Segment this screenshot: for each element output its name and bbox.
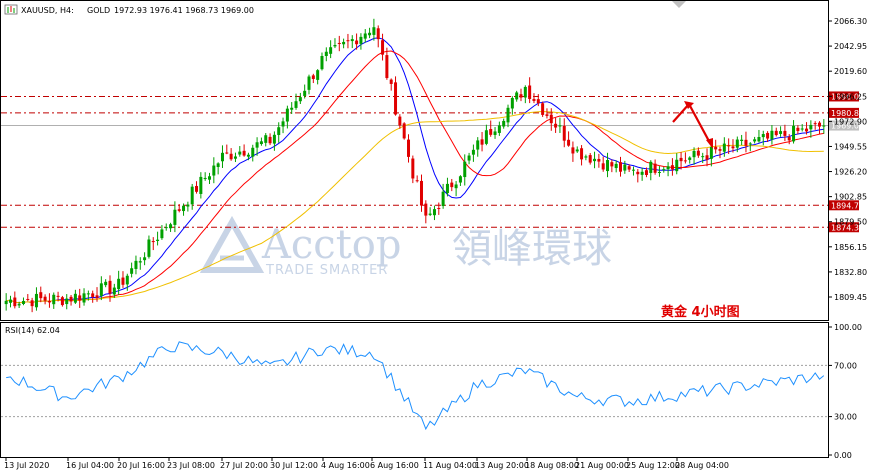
time-tick-label: 25 Aug 12:00 xyxy=(626,461,680,470)
time-tick-label: 27 Jul 20:00 xyxy=(220,461,268,470)
watermark-chinese: 領峰環球 xyxy=(452,226,612,272)
header-symbol: XAUUSD, H4: xyxy=(21,6,74,15)
annotation-text: 黄金 4小时图 xyxy=(661,304,740,320)
watermark-tagline: TRADE SMARTER xyxy=(265,263,388,278)
price-tick-label: 1832.80 xyxy=(834,268,867,277)
rsi-tick-label: 0.00 xyxy=(834,451,852,460)
time-tick-label: 6 Aug 16:00 xyxy=(370,461,419,470)
time-tick-label: 18 Aug 08:00 xyxy=(525,461,579,470)
rsi-tick-label: 30.00 xyxy=(834,413,857,422)
watermark-brand: Acctop xyxy=(261,222,401,268)
candle xyxy=(541,101,545,117)
time-tick-label: 23 Jul 08:00 xyxy=(167,461,215,470)
rsi-tick-label: 70.00 xyxy=(834,361,857,370)
level-price-tag: 1894.79 xyxy=(829,200,864,211)
price-tick-label: 1972.90 xyxy=(834,117,867,126)
rsi-tick-label: 100.00 xyxy=(834,323,862,332)
symbol-icon xyxy=(4,4,18,15)
level-price-tag: 1980.80 xyxy=(829,107,864,118)
price-tick-label: 1996.25 xyxy=(834,92,867,101)
price-tick-label: 1856.15 xyxy=(834,243,867,252)
header-name: GOLD xyxy=(87,6,110,15)
header-ohlc: 1972.93 1976.41 1968.73 1969.00 xyxy=(114,6,254,15)
price-tick-label: 1902.85 xyxy=(834,193,867,202)
price-tick-label: 2066.30 xyxy=(834,17,867,26)
price-tick-label: 1809.45 xyxy=(834,293,867,302)
time-tick-label: 16 Jul 04:00 xyxy=(66,461,114,470)
price-tick-label: 2042.95 xyxy=(834,42,867,51)
time-tick-label: 20 Jul 16:00 xyxy=(117,461,165,470)
time-tick-label: 4 Aug 16:00 xyxy=(321,461,370,470)
price-tick-label: 1926.20 xyxy=(834,168,867,177)
candle xyxy=(60,295,64,307)
time-tick-label: 21 Aug 00:00 xyxy=(575,461,629,470)
price-chart[interactable]: Acctop 領峰環球 TRADE SMARTER 1996.081980.80… xyxy=(0,0,870,475)
svg-text:1894.79: 1894.79 xyxy=(831,201,864,210)
time-tick-label: 13 Aug 20:00 xyxy=(475,461,529,470)
time-axis: 13 Jul 2020 16 Jul 04:00 20 Jul 16:00 23 Ju… xyxy=(4,457,729,470)
time-tick-label: 11 Aug 04:00 xyxy=(423,461,477,470)
time-tick-label: 30 Jul 12:00 xyxy=(270,461,318,470)
price-tick-label: 2019.60 xyxy=(834,67,867,76)
price-tick-label: 1879.50 xyxy=(834,218,867,227)
time-tick-label: 28 Aug 04:00 xyxy=(675,461,729,470)
candle xyxy=(402,122,406,140)
rsi-axis: 100.00 70.00 30.00 0.00 xyxy=(828,323,862,460)
rsi-label: RSI(14) 62.04 xyxy=(5,326,60,335)
price-tick-label: 1949.55 xyxy=(834,142,867,151)
time-tick-label: 13 Jul 2020 xyxy=(4,461,49,470)
price-axis: 1996.081980.801894.791874.361969.002066.… xyxy=(828,17,867,302)
